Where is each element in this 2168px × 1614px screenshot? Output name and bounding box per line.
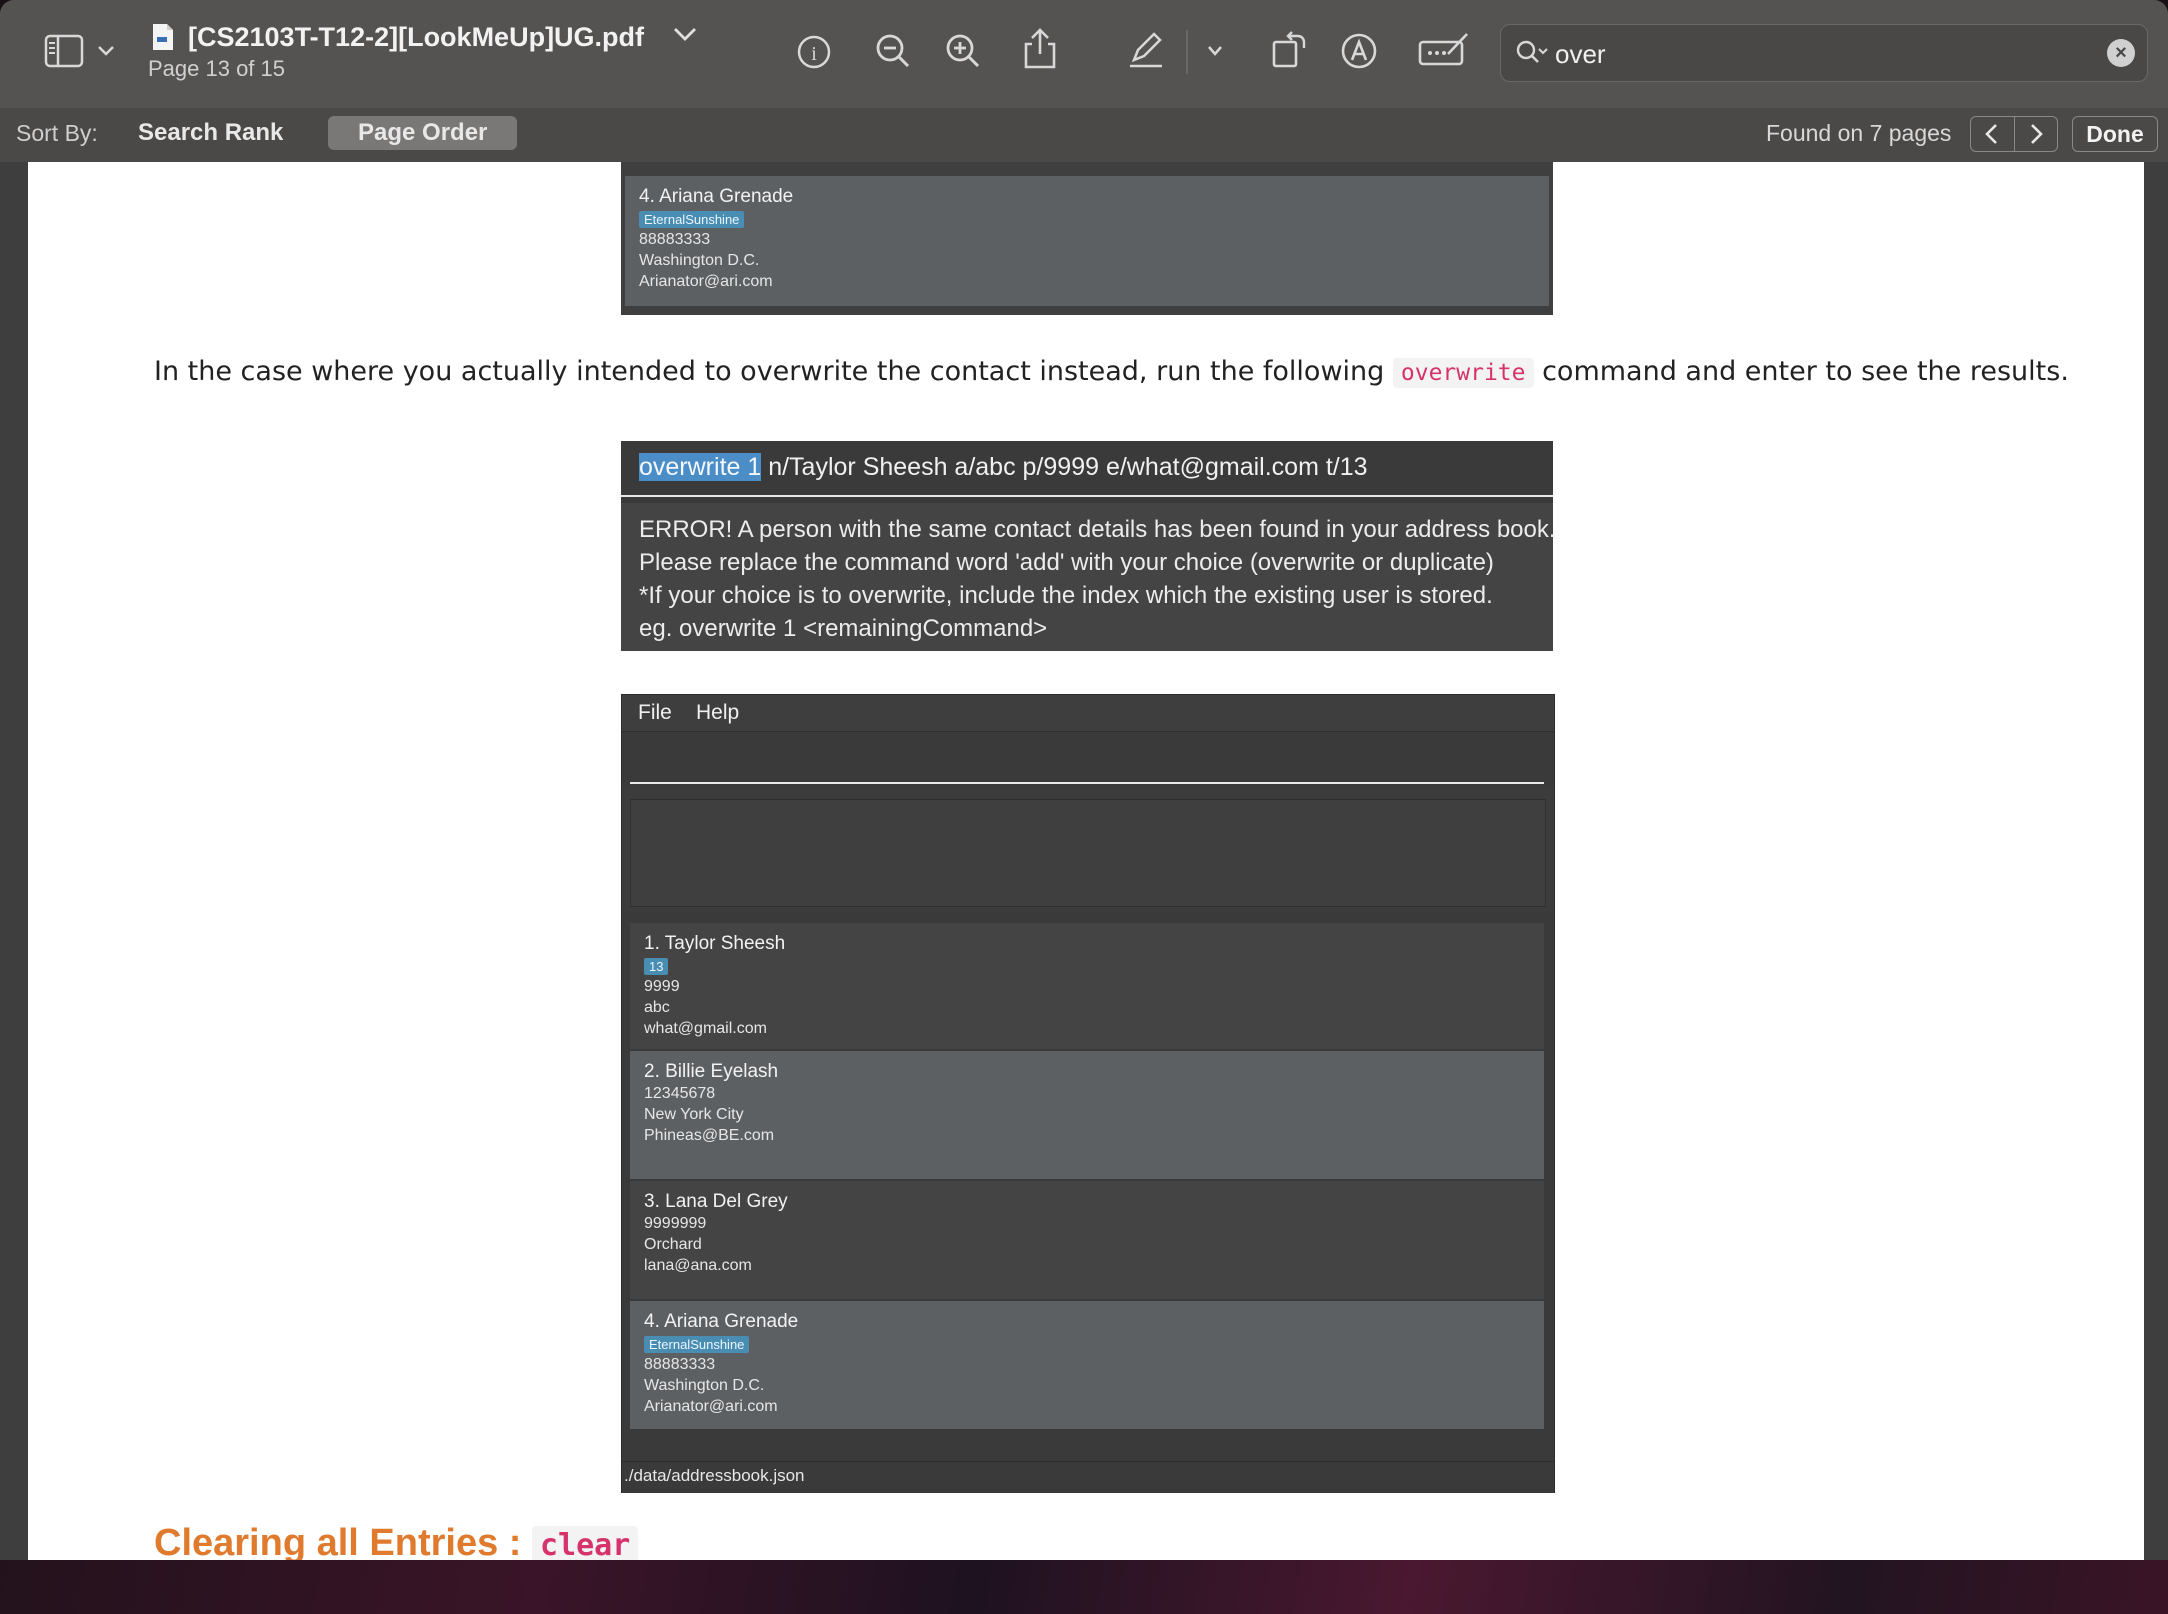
contact-phone: 9999 (644, 978, 680, 995)
error-message: ERROR! A person with the same contact de… (639, 513, 1553, 645)
result-display: ERROR! A person with the same contact de… (621, 503, 1553, 651)
zoom-in-icon[interactable] (944, 32, 982, 70)
contact-card: 4. Ariana Grenade EternalSunshine 888833… (625, 176, 1549, 306)
found-count: Found on 7 pages (1766, 120, 1952, 146)
screenshot-app-window: File Help 1. Taylor Sheesh 13 9999 abc w… (621, 694, 1555, 1493)
inline-code: overwrite (1392, 358, 1534, 388)
chevron-right-icon (2031, 124, 2043, 144)
chevron-left-icon (1985, 124, 1997, 144)
app-command-box (622, 732, 1554, 788)
contact-card: 2. Billie Eyelash 12345678 New York City… (630, 1051, 1544, 1179)
error-line: eg. overwrite 1 <remainingCommand> (639, 615, 1048, 642)
screenshot-command-result: overwrite 1 n/Taylor Sheesh a/abc p/9999… (621, 441, 1553, 651)
status-file-path: ./data/addressbook.json (624, 1466, 805, 1485)
highlight-icon[interactable] (1126, 30, 1166, 70)
paragraph-text-before: In the case where you actually intended … (154, 356, 1393, 387)
markup-icon[interactable] (1340, 32, 1378, 70)
contact-address: Washington D.C. (639, 252, 760, 269)
sort-page-order-button[interactable]: Page Order (328, 116, 518, 150)
highlight-options-chevron-icon[interactable] (1206, 44, 1224, 58)
info-icon[interactable]: i (796, 34, 832, 70)
pdf-file-icon (150, 22, 176, 57)
contact-email: Phineas@BE.com (644, 1127, 775, 1144)
screenshot-top-fragment: 4. Ariana Grenade EternalSunshine 888833… (621, 162, 1553, 315)
rotate-icon[interactable] (1270, 30, 1308, 70)
result-navigation (1970, 116, 2058, 152)
heading-text: Clearing all Entries : (154, 1522, 532, 1560)
contact-phone: 12345678 (644, 1085, 716, 1102)
app-result-display (630, 799, 1546, 907)
command-text: overwrite 1 n/Taylor Sheesh a/abc p/9999… (639, 453, 1368, 482)
contact-card: 4. Ariana Grenade EternalSunshine 888833… (630, 1301, 1544, 1429)
clear-search-icon[interactable]: × (2107, 39, 2135, 67)
sort-search-rank-button[interactable]: Search Rank (108, 116, 313, 150)
chevron-down-icon[interactable] (96, 44, 116, 58)
contact-list: 1. Taylor Sheesh 13 9999 abc what@gmail.… (622, 913, 1554, 1461)
share-icon[interactable] (1022, 28, 1058, 70)
command-box: overwrite 1 n/Taylor Sheesh a/abc p/9999… (621, 441, 1553, 497)
contact-tag: EternalSunshine (644, 1336, 750, 1353)
page-gutter-right (2144, 162, 2168, 1560)
document-title[interactable]: [CS2103T-T12-2][LookMeUp]UG.pdf (188, 22, 644, 53)
contact-email: what@gmail.com (644, 1020, 767, 1037)
command-rest: n/Taylor Sheesh a/abc p/9999 e/what@gmai… (761, 453, 1368, 481)
error-line: ERROR! A person with the same contact de… (639, 516, 1553, 543)
app-status-bar: ./data/addressbook.json (622, 1461, 1554, 1493)
contact-name: 1. Taylor Sheesh (644, 933, 786, 954)
heading-inline-code: clear (532, 1526, 639, 1560)
contact-email: lana@ana.com (644, 1257, 752, 1274)
desktop-wallpaper (0, 1560, 2168, 1614)
contact-address: New York City (644, 1106, 744, 1123)
contact-phone: 9999999 (644, 1215, 707, 1232)
contact-card: 3. Lana Del Grey 9999999 Orchard lana@an… (630, 1181, 1544, 1299)
contact-tag: 13 (644, 958, 669, 975)
menu-file: File (638, 701, 672, 724)
contact-phone: 88883333 (639, 231, 711, 248)
page-indicator: Page 13 of 15 (148, 56, 286, 81)
contact-address: abc (644, 999, 670, 1016)
paragraph-text-after: command and enter to see the results. (1533, 356, 2069, 387)
page-gutter-left (0, 162, 28, 1560)
svg-text:i: i (811, 43, 817, 65)
body-paragraph: In the case where you actually intended … (154, 356, 2069, 388)
done-button[interactable]: Done (2072, 116, 2158, 152)
next-result-button[interactable] (2014, 117, 2057, 151)
error-line: *If your choice is to overwrite, include… (639, 582, 1493, 609)
contact-email: Arianator@ari.com (644, 1398, 778, 1415)
contact-name: 3. Lana Del Grey (644, 1191, 788, 1212)
contact-name: 4. Ariana Grenade (644, 1311, 799, 1332)
search-field[interactable]: × (1500, 24, 2148, 82)
sidebar-icon[interactable] (44, 34, 84, 68)
toolbar-separator (1186, 30, 1188, 74)
menu-help: Help (696, 701, 740, 724)
contact-email: Arianator@ari.com (639, 273, 773, 290)
contact-address: Washington D.C. (644, 1377, 765, 1394)
title-menu-chevron-icon[interactable] (672, 26, 698, 49)
app-menubar: File Help (622, 695, 1554, 732)
preview-window: [CS2103T-T12-2][LookMeUp]UG.pdf Page 13 … (0, 0, 2168, 1560)
contact-phone: 88883333 (644, 1356, 716, 1373)
toolbar: [CS2103T-T12-2][LookMeUp]UG.pdf Page 13 … (0, 0, 2168, 108)
contact-card: 1. Taylor Sheesh 13 9999 abc what@gmail.… (630, 923, 1544, 1049)
contact-address: Orchard (644, 1236, 702, 1253)
search-input[interactable] (1553, 35, 2077, 73)
command-underline (630, 782, 1544, 784)
contact-tag: EternalSunshine (639, 211, 745, 228)
sort-by-label: Sort By: (16, 120, 98, 146)
search-highlight: overwrite 1 (639, 453, 762, 481)
pdf-page[interactable]: 4. Ariana Grenade EternalSunshine 888833… (28, 162, 2144, 1560)
search-icon (1515, 39, 1549, 70)
contact-name: 4. Ariana Grenade (639, 186, 794, 207)
section-heading: Clearing all Entries : clear (154, 1522, 639, 1560)
error-line: Please replace the command word 'add' wi… (639, 549, 1494, 576)
search-results-bar: Sort By: Search Rank Page Order Found on… (0, 108, 2168, 164)
previous-result-button[interactable] (1971, 117, 2015, 151)
contact-name: 2. Billie Eyelash (644, 1061, 779, 1082)
zoom-out-icon[interactable] (874, 32, 912, 70)
annotate-icon[interactable] (1418, 30, 1470, 70)
